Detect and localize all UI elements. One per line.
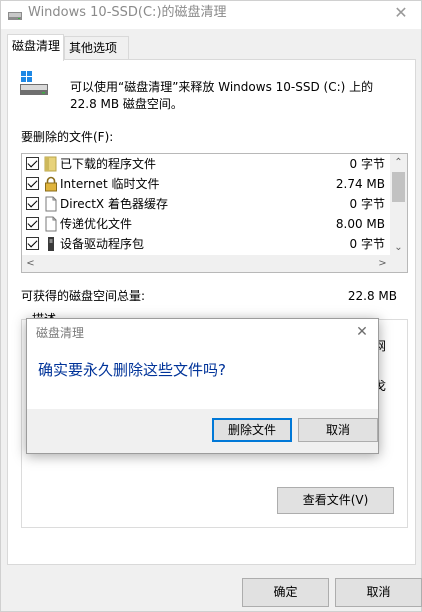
tab-panel: 可以使用“磁盘清理”来释放 Windows 10-SSD (C:) 上的 22.… bbox=[7, 59, 416, 565]
list-item[interactable]: 已下载的程序文件 0 字节 bbox=[22, 154, 391, 174]
dialog-title: 磁盘清理 bbox=[36, 326, 85, 340]
item-name: 传递优化文件 bbox=[60, 217, 133, 231]
list-item[interactable]: 传递优化文件 8.00 MB bbox=[22, 214, 391, 234]
files-to-delete-label: 要删除的文件(F): bbox=[21, 130, 114, 144]
intro-text: 可以使用“磁盘清理”来释放 Windows 10-SSD (C:) 上的 22.… bbox=[70, 80, 374, 111]
item-name: 已下载的程序文件 bbox=[60, 157, 157, 171]
dialog-cancel-button[interactable]: 取消 bbox=[298, 418, 378, 442]
scroll-thumb[interactable] bbox=[392, 172, 405, 202]
view-files-button[interactable]: 查看文件(V) bbox=[277, 487, 394, 514]
list-item[interactable]: 设备驱动程序包 0 字节 bbox=[22, 234, 391, 254]
list-item[interactable]: DirectX 着色器缓存 0 字节 bbox=[22, 194, 391, 214]
document-icon bbox=[45, 196, 57, 212]
total-space-value: 22.8 MB bbox=[347, 289, 397, 303]
checkbox[interactable] bbox=[26, 217, 39, 230]
checkbox[interactable] bbox=[26, 237, 39, 250]
window-title: Windows 10-SSD(C:)的磁盘清理 bbox=[28, 5, 227, 20]
scrollbar-corner bbox=[390, 255, 407, 272]
device-icon bbox=[48, 237, 54, 251]
item-name: 设备驱动程序包 bbox=[60, 237, 145, 251]
title-bar: Windows 10-SSD(C:)的磁盘清理 ✕ bbox=[1, 1, 421, 29]
files-listbox[interactable]: 已下载的程序文件 0 字节 Internet 临时文件 2.74 MB Dire… bbox=[21, 153, 408, 273]
item-size: 2.74 MB bbox=[335, 177, 385, 191]
lock-icon bbox=[45, 176, 57, 192]
document-icon bbox=[45, 216, 57, 232]
ok-button[interactable]: 确定 bbox=[242, 578, 329, 607]
scroll-right-icon[interactable]: > bbox=[374, 255, 391, 272]
close-button[interactable]: ✕ bbox=[381, 1, 421, 29]
item-size: 0 字节 bbox=[349, 197, 385, 211]
checkbox[interactable] bbox=[26, 157, 39, 170]
dialog-body: 磁盘清理 ✕ 确实要永久删除这些文件吗? bbox=[27, 319, 378, 409]
dialog-message: 确实要永久删除这些文件吗? bbox=[38, 361, 226, 379]
disk-cleanup-icon bbox=[8, 12, 22, 20]
list-item[interactable]: Internet 临时文件 2.74 MB bbox=[22, 174, 391, 194]
tab-more-options[interactable]: 其他选项 bbox=[64, 36, 129, 60]
item-size: 0 字节 bbox=[349, 237, 385, 251]
item-size: 0 字节 bbox=[349, 157, 385, 171]
item-size: 8.00 MB bbox=[335, 217, 385, 231]
checkbox[interactable] bbox=[26, 177, 39, 190]
tab-disk-cleanup[interactable]: 磁盘清理 bbox=[7, 34, 64, 61]
delete-files-button[interactable]: 删除文件 bbox=[212, 418, 292, 442]
folder-icon bbox=[44, 156, 57, 172]
total-space-label: 可获得的磁盘空间总量: bbox=[21, 289, 146, 303]
drive-icon bbox=[20, 71, 48, 95]
item-name: Internet 临时文件 bbox=[60, 177, 160, 191]
scroll-down-icon[interactable]: ⌄ bbox=[390, 239, 407, 256]
vertical-scrollbar[interactable]: ⌃ ⌄ bbox=[390, 154, 407, 256]
item-name: DirectX 着色器缓存 bbox=[60, 197, 168, 211]
scroll-left-icon[interactable]: < bbox=[22, 255, 39, 272]
confirm-dialog: 磁盘清理 ✕ 确实要永久删除这些文件吗? 删除文件 取消 bbox=[26, 318, 379, 454]
disk-cleanup-window: Windows 10-SSD(C:)的磁盘清理 ✕ 磁盘清理 其他选项 可以使用… bbox=[0, 0, 422, 612]
checkbox[interactable] bbox=[26, 197, 39, 210]
cancel-button[interactable]: 取消 bbox=[335, 578, 422, 607]
files-list: 已下载的程序文件 0 字节 Internet 临时文件 2.74 MB Dire… bbox=[22, 154, 391, 256]
dialog-close-icon[interactable]: ✕ bbox=[346, 319, 378, 347]
scroll-up-icon[interactable]: ⌃ bbox=[390, 154, 407, 171]
horizontal-scrollbar[interactable]: < > bbox=[22, 255, 391, 272]
